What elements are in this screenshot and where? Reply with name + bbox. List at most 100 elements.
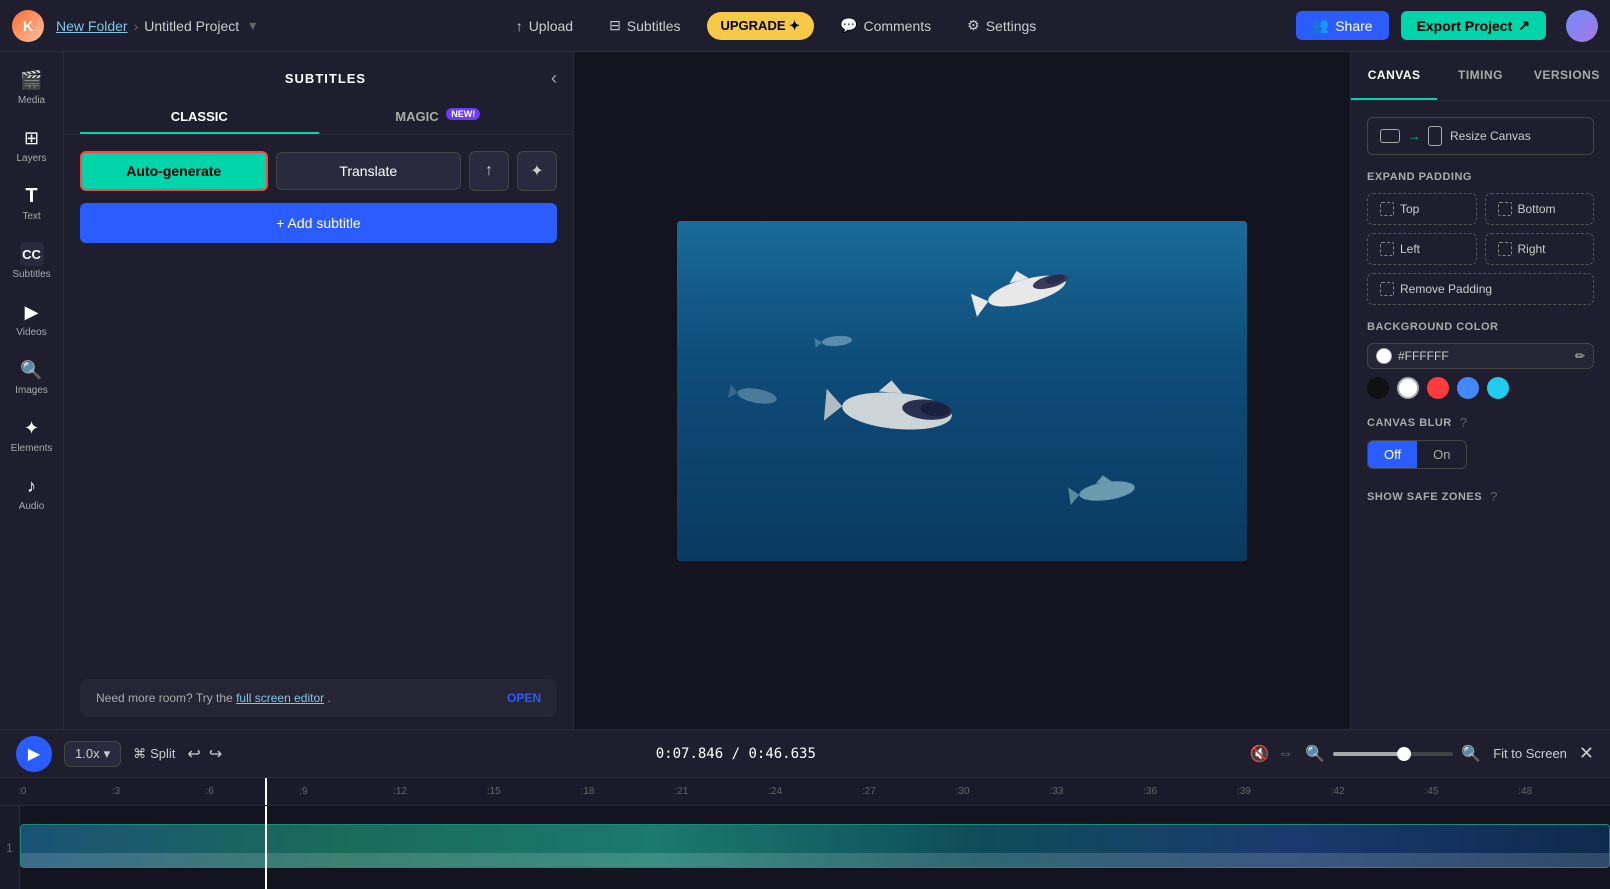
color-input-box[interactable]: #FFFFFF ✏: [1367, 343, 1594, 369]
edit-color-icon[interactable]: ✏: [1575, 349, 1585, 363]
upload-label: Upload: [529, 18, 573, 34]
color-preset-black[interactable]: [1367, 377, 1389, 399]
add-subtitle-button[interactable]: + Add subtitle: [80, 203, 557, 243]
remove-padding-button[interactable]: Remove Padding: [1367, 273, 1594, 305]
tab-magic-label: MAGIC: [395, 109, 438, 124]
track-content-1: [20, 806, 1610, 889]
expand-top-icon: [1380, 202, 1394, 216]
export-icon: ↗: [1518, 17, 1530, 34]
sidebar-item-audio[interactable]: ♪ Audio: [4, 466, 60, 520]
expand-left-label: Left: [1400, 242, 1420, 256]
upload-button[interactable]: ↑ Upload: [506, 12, 583, 40]
translate-button[interactable]: Translate: [276, 152, 462, 190]
sidebar-label-subtitles: Subtitles: [12, 269, 50, 280]
magic-badge: NEW!: [446, 108, 480, 120]
subtitles-label: Subtitles: [627, 18, 681, 34]
settings-label: Settings: [986, 18, 1037, 34]
images-icon: 🔍: [20, 358, 44, 382]
upgrade-button[interactable]: UPGRADE ✦: [707, 12, 815, 40]
play-button[interactable]: ▶: [16, 736, 52, 772]
background-color-label: BACKGROUND COLOR: [1367, 321, 1594, 333]
fit-screen-button[interactable]: Fit to Screen: [1493, 746, 1567, 761]
expand-top-button[interactable]: Top: [1367, 193, 1477, 225]
settings-button[interactable]: ⚙ Settings: [957, 11, 1046, 40]
tab-canvas[interactable]: CANVAS: [1351, 52, 1437, 100]
subtitles-button[interactable]: ⊟ Subtitles: [599, 11, 690, 40]
subtitles-actions: Auto-generate Translate ↑ ✦: [64, 135, 573, 191]
full-screen-editor-link[interactable]: full screen editor: [236, 691, 324, 705]
chevron-down-icon[interactable]: ▾: [249, 17, 256, 34]
color-preset-blue[interactable]: [1457, 377, 1479, 399]
split-button[interactable]: ⌘ Split: [133, 746, 175, 762]
expand-right-button[interactable]: Right: [1485, 233, 1595, 265]
magic-subtitle-button[interactable]: ✦: [517, 151, 557, 191]
color-preset-white[interactable]: [1397, 377, 1419, 399]
blur-on-button[interactable]: On: [1417, 441, 1466, 468]
timeline-tracks: 1: [0, 806, 1610, 889]
resize-from-icon: [1380, 129, 1400, 143]
subtitles-close-button[interactable]: ‹: [551, 68, 557, 89]
subtitles-tabs: CLASSIC MAGIC NEW!: [64, 89, 573, 135]
safe-zones-label: SHOW SAFE ZONES: [1367, 491, 1482, 503]
sidebar-item-layers[interactable]: ⊞ Layers: [4, 118, 60, 172]
layers-icon: ⊞: [20, 126, 44, 150]
expand-padding-label: EXPAND PADDING: [1367, 171, 1594, 183]
share-button[interactable]: 👥 Share: [1296, 11, 1389, 40]
track-strip[interactable]: [20, 824, 1610, 868]
sidebar-item-media[interactable]: 🎬 Media: [4, 60, 60, 114]
color-hex-value: #FFFFFF: [1398, 349, 1449, 363]
tab-classic[interactable]: CLASSIC: [80, 101, 319, 134]
close-timeline-button[interactable]: ✕: [1579, 743, 1594, 764]
canvas-blur-row: CANVAS BLUR ?: [1367, 415, 1594, 430]
breadcrumb-sep: ›: [134, 18, 139, 34]
canvas-blur-help-icon[interactable]: ?: [1460, 415, 1467, 430]
zoom-slider[interactable]: [1333, 752, 1453, 756]
sidebar-item-subtitles[interactable]: CC Subtitles: [4, 234, 60, 288]
sidebar-label-images: Images: [15, 385, 48, 396]
color-preset-teal[interactable]: [1487, 377, 1509, 399]
split-icon: ⌘: [133, 746, 146, 762]
ruler-mark: :36: [1141, 786, 1235, 797]
expand-bottom-button[interactable]: Bottom: [1485, 193, 1595, 225]
sidebar-item-text[interactable]: T Text: [4, 176, 60, 230]
blur-off-button[interactable]: Off: [1368, 441, 1417, 468]
breadcrumb-folder[interactable]: New Folder: [56, 18, 128, 34]
tab-versions[interactable]: VERSIONS: [1524, 52, 1610, 100]
expand-left-button[interactable]: Left: [1367, 233, 1477, 265]
color-preset-red[interactable]: [1427, 377, 1449, 399]
sidebar-item-videos[interactable]: ▶ Videos: [4, 292, 60, 346]
canvas-blur-label: CANVAS BLUR: [1367, 417, 1452, 429]
expand-bottom-icon: [1498, 202, 1512, 216]
redo-button[interactable]: ↪: [209, 744, 222, 764]
tab-timing[interactable]: TIMING: [1437, 52, 1523, 100]
videos-icon: ▶: [20, 300, 44, 324]
upload-subtitle-button[interactable]: ↑: [469, 151, 509, 191]
export-button[interactable]: Export Project ↗: [1401, 11, 1546, 40]
subtitles-icon: CC: [20, 242, 44, 266]
share-icon: 👥: [1312, 17, 1329, 34]
comments-button[interactable]: 💬 Comments: [830, 11, 941, 40]
avatar[interactable]: [1566, 10, 1598, 42]
open-button[interactable]: OPEN: [507, 691, 541, 705]
subtitles-panel: SUBTITLES ‹ CLASSIC MAGIC NEW! Auto-gene…: [64, 52, 574, 729]
split-label: Split: [150, 746, 175, 761]
zoom-out-button[interactable]: 🔍: [1305, 744, 1325, 764]
ruler-mark: :15: [485, 786, 579, 797]
sidebar-item-elements[interactable]: ✦ Elements: [4, 408, 60, 462]
speed-chevron-icon: ▾: [104, 746, 111, 762]
resize-canvas-button[interactable]: → Resize Canvas: [1367, 117, 1594, 155]
safe-zones-help-icon[interactable]: ?: [1490, 489, 1497, 504]
upgrade-label: UPGRADE ✦: [721, 18, 801, 34]
playhead-line: [265, 806, 267, 889]
track-label-1: 1: [0, 806, 20, 889]
sidebar-item-images[interactable]: 🔍 Images: [4, 350, 60, 404]
sidebar-label-layers: Layers: [16, 153, 46, 164]
tab-magic[interactable]: MAGIC NEW!: [319, 101, 558, 134]
speed-button[interactable]: 1.0x ▾: [64, 741, 121, 767]
blur-toggle-group: Off On: [1367, 440, 1467, 469]
undo-button[interactable]: ↩: [187, 744, 200, 764]
zoom-in-button[interactable]: 🔍: [1461, 744, 1481, 764]
audio-icon: 🔇: [1249, 744, 1269, 764]
color-presets: [1367, 377, 1594, 399]
auto-generate-button[interactable]: Auto-generate: [80, 151, 268, 191]
